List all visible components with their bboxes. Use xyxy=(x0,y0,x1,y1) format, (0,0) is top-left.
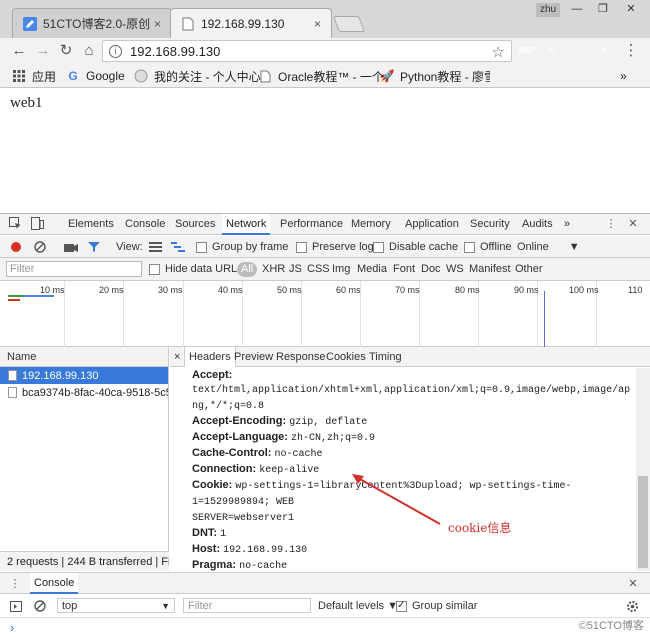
annotation-arrow xyxy=(352,474,441,525)
watermark: ©51CTO博客 xyxy=(578,620,644,632)
annotation-label: cookie信息 xyxy=(448,521,512,535)
